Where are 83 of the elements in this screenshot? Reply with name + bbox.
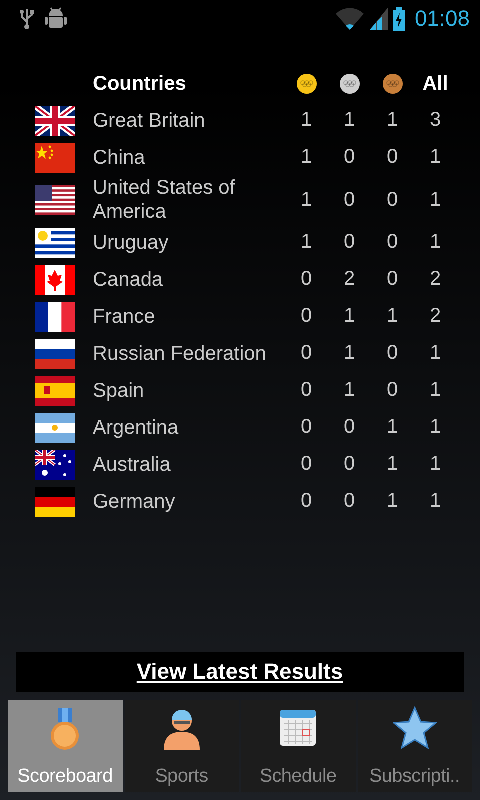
medal-count: 1 — [342, 379, 356, 402]
medal-count: 1 — [428, 490, 442, 513]
medal-count: 0 — [342, 490, 356, 513]
medal-count: 1 — [428, 379, 442, 402]
medal-count: 0 — [386, 342, 400, 365]
medal-count: 0 — [300, 268, 314, 291]
medal-count: 0 — [300, 305, 314, 328]
android-icon — [44, 7, 68, 31]
medal-count: 2 — [428, 268, 442, 291]
medal-count: 0 — [342, 231, 356, 254]
medal-count: 2 — [342, 268, 356, 291]
medal-count: 1 — [386, 490, 400, 513]
medal-count: 3 — [428, 109, 442, 132]
medal-count: 0 — [386, 231, 400, 254]
medal-count: 0 — [342, 188, 356, 212]
signal-icon — [368, 7, 389, 31]
medal-count: 1 — [300, 146, 314, 169]
medal-count: 1 — [300, 109, 314, 132]
medal-count: 0 — [386, 188, 400, 212]
medal-count: 1 — [428, 146, 442, 169]
flag-icon — [35, 376, 75, 406]
medal-icon — [382, 74, 402, 94]
medal-icon — [296, 74, 316, 94]
medal-count: 0 — [300, 490, 314, 513]
country-name: Russian Federation — [93, 342, 268, 366]
column-header: All — [422, 72, 450, 96]
medal-count: 1 — [386, 305, 400, 328]
battery-icon — [392, 7, 405, 31]
flag-icon — [35, 412, 75, 442]
flag-icon — [35, 106, 75, 136]
medal-count: 0 — [386, 379, 400, 402]
medal-count: 0 — [300, 416, 314, 439]
medal-count: 1 — [386, 109, 400, 132]
country-name: Spain — [93, 378, 146, 402]
country-name: France — [93, 304, 156, 328]
medal-count: 1 — [386, 453, 400, 476]
flag-icon — [35, 185, 75, 215]
medal-count: 1 — [342, 342, 356, 365]
medal-count: 1 — [300, 188, 314, 212]
medal-count: 0 — [342, 416, 356, 439]
column-header: Countries — [93, 72, 188, 96]
flag-icon — [35, 264, 75, 294]
medal-count: 1 — [428, 188, 442, 212]
medal-count: 1 — [428, 342, 442, 365]
flag-icon — [35, 486, 75, 516]
country-name: Canada — [93, 268, 164, 292]
country-name: Great Britain — [93, 108, 206, 132]
medal-count: 1 — [342, 305, 356, 328]
flag-icon — [35, 338, 75, 368]
medal-count: 0 — [386, 268, 400, 291]
medal-count: 1 — [428, 416, 442, 439]
medal-count: 1 — [386, 416, 400, 439]
medal-count: 0 — [386, 146, 400, 169]
star-icon — [392, 706, 437, 752]
medal-count: 2 — [428, 305, 442, 328]
medal-count: 1 — [342, 109, 356, 132]
medal-icon — [340, 74, 360, 94]
tab[interactable]: Subscripti.. — [358, 700, 472, 792]
country-name: Australia — [93, 452, 172, 476]
clock: 01:08 — [414, 6, 470, 32]
flag-icon — [35, 142, 75, 172]
view-results-link[interactable]: View Latest Results — [136, 659, 344, 685]
usb-icon — [20, 8, 34, 30]
country-name: United States of America — [93, 176, 236, 224]
medal-count: 0 — [300, 379, 314, 402]
country-name: Uruguay — [93, 230, 170, 254]
country-name: China — [93, 146, 146, 170]
medal-count: 1 — [428, 231, 442, 254]
country-name: Argentina — [93, 416, 180, 440]
flag-icon — [35, 450, 75, 480]
medal-count: 0 — [342, 453, 356, 476]
country-name: Germany — [93, 490, 176, 514]
flag-icon — [35, 228, 75, 258]
medal-count: 0 — [342, 146, 356, 169]
tab[interactable]: Scoreboard — [8, 700, 122, 792]
flag-icon — [35, 302, 75, 332]
medal-count: 0 — [300, 342, 314, 365]
medal-count: 1 — [428, 453, 442, 476]
wifi-icon — [334, 7, 365, 31]
medal-count: 0 — [300, 453, 314, 476]
medal-count: 1 — [300, 231, 314, 254]
tab[interactable]: Schedule — [241, 700, 356, 792]
tab[interactable]: Sports — [124, 700, 239, 792]
